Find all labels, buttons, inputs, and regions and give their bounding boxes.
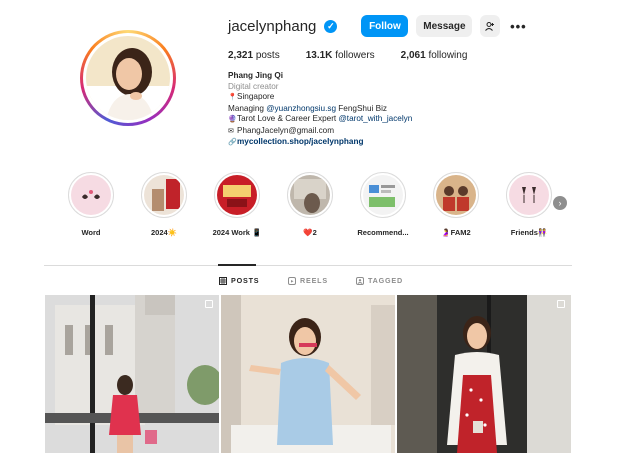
highlight-cover — [436, 175, 476, 215]
reels-icon — [288, 276, 296, 285]
profile-tabs: POSTS REELS TAGGED — [0, 276, 640, 288]
tabs-divider — [44, 265, 572, 266]
tagged-icon — [356, 276, 364, 285]
highlight-cover — [509, 175, 549, 215]
profile-stats: 2,321 posts 13.1K followers 2,061 follow… — [228, 50, 467, 61]
posts-stat[interactable]: 2,321 posts — [228, 50, 280, 61]
website-line: 🔗mycollection.shop/jacelynphang — [228, 137, 412, 149]
followers-stat[interactable]: 13.1K followers — [306, 50, 375, 61]
add-person-icon[interactable] — [480, 15, 501, 37]
more-icon[interactable]: ••• — [508, 15, 528, 37]
active-tab-indicator — [218, 264, 256, 266]
highlight-word[interactable]: Word — [68, 172, 114, 237]
mail-icon: ✉ — [228, 127, 234, 135]
chevron-right-icon[interactable]: › — [553, 196, 567, 210]
tab-tagged[interactable]: TAGGED — [356, 276, 403, 285]
link-icon: 🔗 — [228, 139, 237, 146]
highlight-cover — [217, 175, 257, 215]
full-name: Phang Jing Qi — [228, 71, 284, 80]
tarot-line: 🔮Tarot Love & Career Expert @tarot_with_… — [228, 114, 412, 126]
profile-header: jacelynphang ✓ Follow Message ••• — [228, 14, 528, 38]
avatar-photo — [86, 36, 170, 120]
post-tile[interactable] — [221, 295, 395, 453]
tab-posts[interactable]: POSTS — [219, 276, 259, 285]
highlight-heart-2[interactable]: ❤️2 — [287, 172, 333, 237]
highlight-friends[interactable]: Friends👭 — [506, 172, 552, 237]
multi-post-icon — [205, 300, 213, 308]
tab-reels[interactable]: REELS — [288, 276, 328, 285]
highlight-cover — [144, 175, 184, 215]
profile-avatar[interactable] — [80, 30, 176, 126]
story-highlights: Word 2024☀️ 2024 Work 📱 ❤️2 Recommend...… — [68, 172, 552, 237]
highlight-2024[interactable]: 2024☀️ — [141, 172, 187, 237]
highlight-cover — [290, 175, 330, 215]
follow-button[interactable]: Follow — [361, 15, 409, 37]
highlight-fam2[interactable]: 🤰FAM2 — [433, 172, 479, 237]
category-label: Digital creator — [228, 81, 279, 91]
username: jacelynphang — [228, 17, 317, 35]
website-link[interactable]: mycollection.shop/jacelynphang — [237, 137, 363, 146]
tarot-mention-link[interactable]: @tarot_with_jacelyn — [338, 114, 412, 123]
post-tile[interactable] — [397, 295, 571, 453]
post-tile[interactable] — [45, 295, 219, 453]
highlight-cover — [363, 175, 403, 215]
following-stat[interactable]: 2,061 following — [401, 50, 468, 61]
managing-line: Managing @yuanzhongsiu.sg FengShui Biz — [228, 103, 387, 113]
highlight-2024-work[interactable]: 2024 Work 📱 — [213, 172, 261, 237]
multi-post-icon — [557, 300, 565, 308]
message-button[interactable]: Message — [416, 15, 473, 37]
highlight-recommend[interactable]: Recommend... — [357, 172, 409, 237]
email-line: ✉ PhangJacelyn@gmail.com — [228, 126, 412, 138]
highlight-cover — [71, 175, 111, 215]
verified-badge-icon: ✓ — [324, 19, 338, 33]
managing-mention-link[interactable]: @yuanzhongsiu.sg — [266, 104, 336, 113]
profile-bio: Phang Jing Qi Digital creator 📍Singapore… — [228, 71, 412, 149]
pin-icon: 📍 — [228, 94, 237, 101]
location-line: 📍Singapore — [228, 92, 412, 104]
grid-icon — [219, 276, 227, 285]
crystal-ball-icon: 🔮 — [228, 116, 237, 123]
